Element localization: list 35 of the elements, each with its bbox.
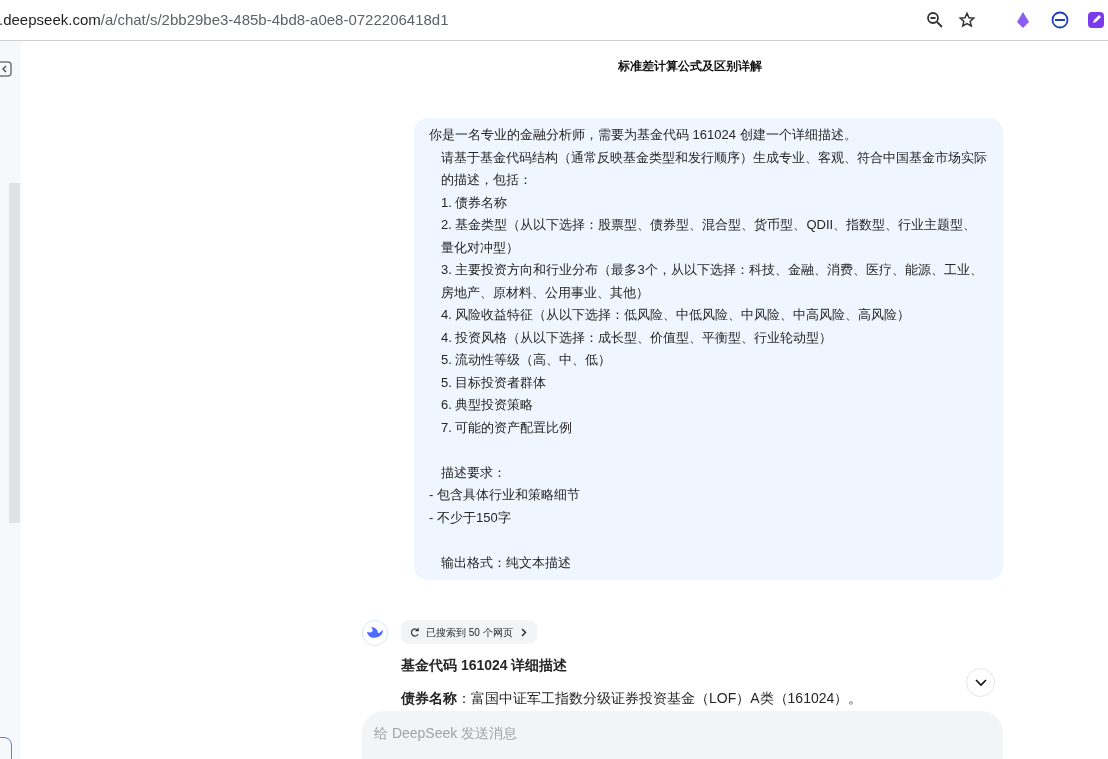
message-line: 请基于基金代码结构（通常反映基金类型和发行顺序）生成专业、客观、符合中国基金市场实际的描述，包括： — [440, 148, 988, 189]
message-line: 6. 典型投资策略 — [440, 396, 535, 414]
collapse-sidebar-icon[interactable] — [0, 61, 12, 77]
message-line: 你是一名专业的金融分析师，需要为基金代码 161024 创建一个详细描述。 — [429, 126, 858, 144]
extension-icon[interactable] — [1051, 11, 1069, 29]
reply-paragraph: 债券名称：富国中证军工指数分级证券投资基金（LOF）A类（161024）。 — [401, 689, 864, 708]
scroll-down-button[interactable] — [966, 668, 995, 697]
chat-title: 标准差计算公式及区别详解 — [617, 58, 763, 75]
zoom-out-icon[interactable] — [926, 11, 944, 29]
message-line: 4. 投资风格（从以下选择：成长型、价值型、平衡型、行业轮动型） — [440, 328, 834, 347]
message-input[interactable]: 给 DeepSeek 发送消息 — [362, 711, 1003, 759]
scrollbar[interactable] — [9, 183, 20, 523]
message-line: 2. 基金类型（从以下选择：股票型、债券型、混合型、货币型、QDII、指数型、行业主题型、量化对冲型） — [440, 216, 978, 257]
reply-heading: 基金代码 161024 详细描述 — [401, 656, 569, 675]
edit-icon[interactable] — [1087, 11, 1105, 29]
url-host[interactable]: .deepseek.com — [0, 8, 101, 32]
message-line: 描述要求： — [440, 463, 507, 482]
star-icon[interactable] — [958, 11, 976, 29]
message-line: 5. 流动性等级（高、中、低） — [440, 351, 613, 369]
message-line: 4. 风险收益特征（从以下选择：低风险、中低风险、中风险、中高风险、高风险） — [440, 306, 912, 324]
message-line: - 包含具体行业和策略细节 — [429, 486, 581, 504]
extension-icon[interactable] — [1014, 11, 1032, 29]
whale-icon — [366, 626, 384, 640]
search-results-chip[interactable]: 已搜索到 50 个网页 — [401, 620, 537, 644]
url-path[interactable]: /a/chat/s/2bb29be3-485b-4bd8-a0e8-0722206418d1 — [100, 8, 449, 32]
refresh-icon — [411, 627, 420, 637]
chevron-down-icon — [974, 678, 987, 687]
message-line: 3. 主要投资方向和行业分布（最多3个，从以下选择：科技、金融、消费、医疗、能源、工业、房地产、原材料、公用事业、其他） — [440, 261, 984, 302]
message-line: 1. 债券名称 — [440, 193, 509, 212]
message-field[interactable]: 给 DeepSeek 发送消息 — [374, 723, 991, 744]
chevron-right-icon — [520, 627, 527, 637]
message-line: 输出格式：纯文本描述 — [440, 553, 572, 572]
message-line: 7. 可能的资产配置比例 — [440, 418, 574, 437]
message-line: 5. 目标投资者群体 — [440, 373, 548, 392]
message-line: - 不少于150字 — [429, 508, 512, 527]
